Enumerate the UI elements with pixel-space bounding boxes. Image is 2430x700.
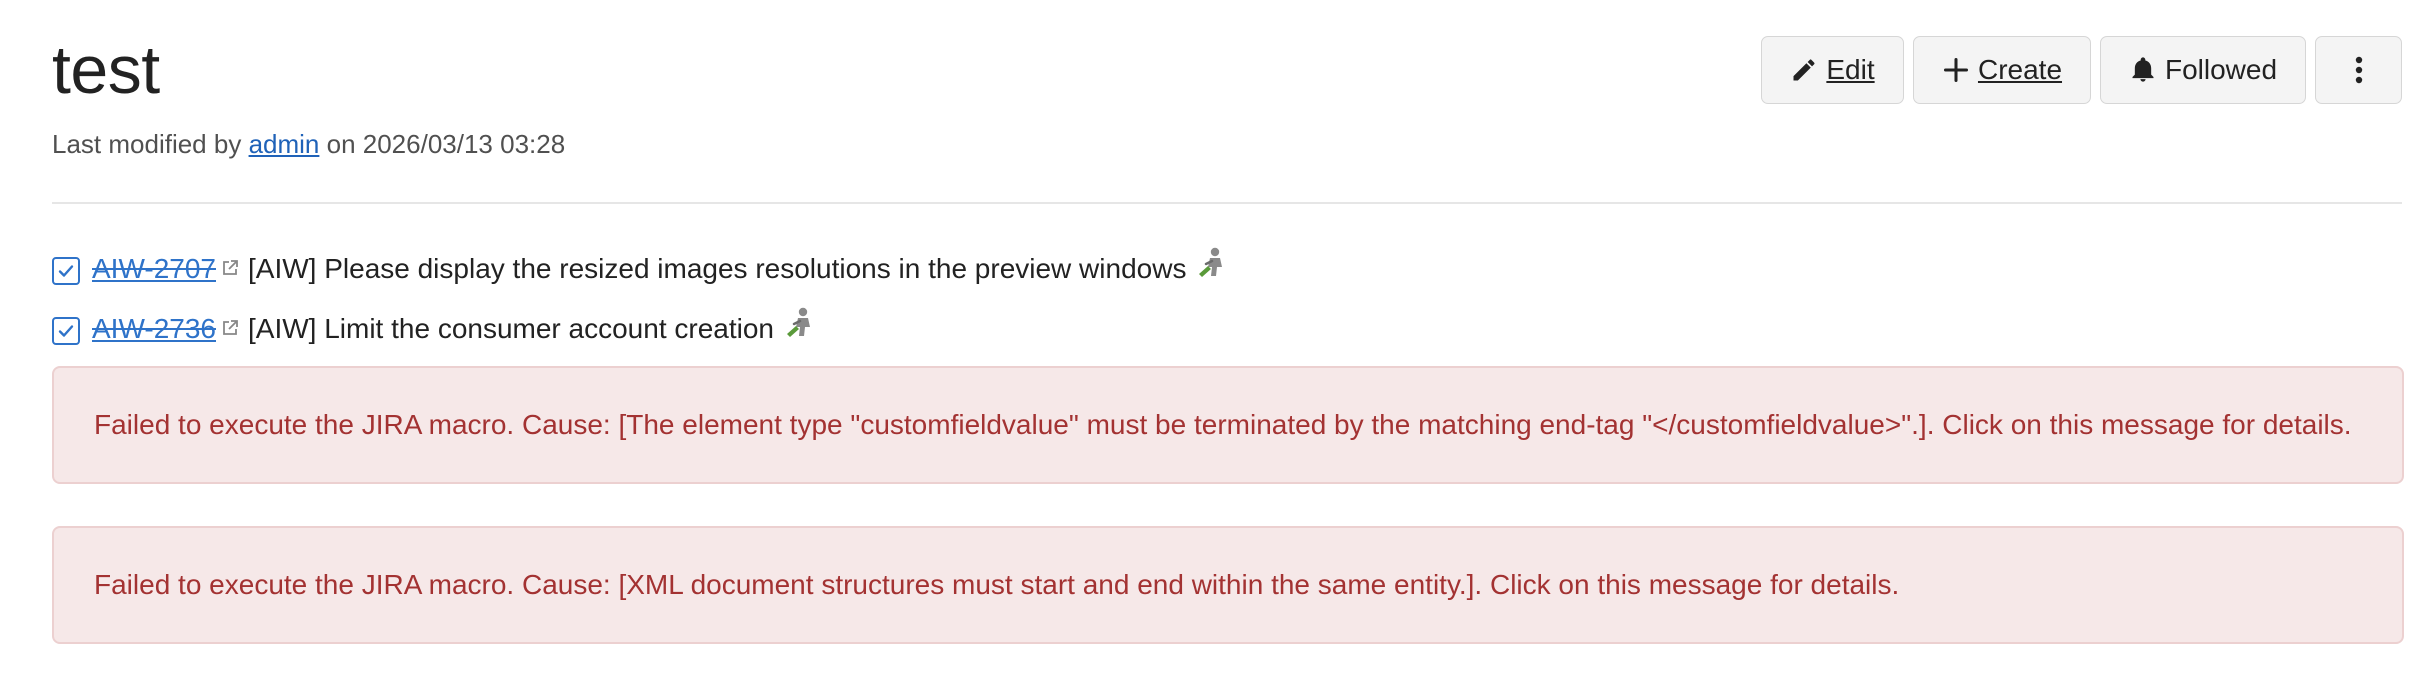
issue-key-link[interactable]: AIW-2736: [92, 309, 216, 349]
issue-key-link[interactable]: AIW-2707: [92, 249, 216, 289]
create-button-label: Create: [1977, 54, 2063, 85]
create-button[interactable]: Create: [1913, 36, 2091, 104]
author-link[interactable]: admin: [249, 129, 320, 159]
last-modified-date: on 2026/03/13 03:28: [319, 129, 566, 159]
header-divider: [52, 202, 2402, 204]
more-actions-button[interactable]: [2315, 36, 2402, 104]
page: test Last modified by admin on 2026/03/1…: [0, 0, 2430, 700]
edit-button-label: Edit: [1826, 54, 1875, 85]
worker-icon: [1196, 246, 1230, 291]
issue-summary: [AIW] Limit the consumer account creatio…: [248, 312, 774, 344]
last-modified-prefix: Last modified by: [52, 129, 249, 159]
page-toolbar: Edit Create Followed: [1761, 36, 2402, 104]
checkbox-checked-icon: [52, 256, 80, 285]
jira-macro-error[interactable]: Failed to execute the JIRA macro. Cause:…: [52, 366, 2404, 484]
page-title: test: [52, 32, 160, 108]
kebab-vertical-icon: [2354, 55, 2364, 85]
error-message: Failed to execute the JIRA macro. Cause:…: [94, 569, 1900, 600]
followed-button[interactable]: Followed: [2100, 36, 2306, 104]
issue-summary: [AIW] Please display the resized images …: [248, 252, 1187, 284]
external-link-icon: [220, 249, 240, 289]
checkbox-checked-icon: [52, 316, 80, 345]
pencil-icon: [1790, 56, 1818, 84]
followed-button-label: Followed: [2164, 54, 2278, 85]
bell-icon: [2129, 56, 2157, 84]
error-message: Failed to execute the JIRA macro. Cause:…: [94, 409, 2352, 440]
jira-issue-row: AIW-2736 [AIW] Limit the consumer accoun…: [52, 306, 818, 351]
jira-issue-row: AIW-2707 [AIW] Please display the resize…: [52, 246, 1230, 291]
external-link-icon: [220, 309, 240, 349]
worker-icon: [784, 306, 818, 351]
edit-button[interactable]: Edit: [1761, 36, 1904, 104]
jira-macro-error[interactable]: Failed to execute the JIRA macro. Cause:…: [52, 526, 2404, 644]
plus-icon: [1942, 56, 1970, 84]
last-modified-info: Last modified by admin on 2026/03/13 03:…: [52, 126, 565, 162]
